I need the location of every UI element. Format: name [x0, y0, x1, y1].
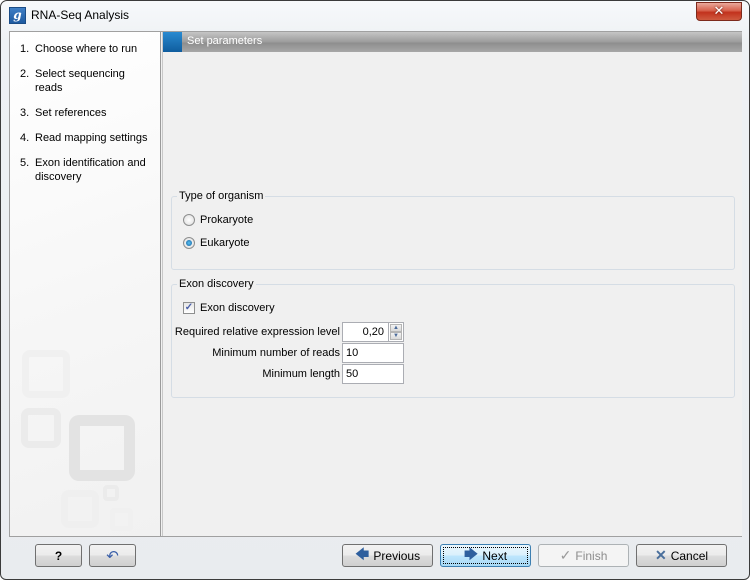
decorative-square: [69, 415, 135, 481]
panel-header: Set parameters: [163, 32, 742, 52]
step-label: Exon identification and discovery: [35, 157, 146, 183]
step-label: Select sequencing reads: [35, 68, 125, 94]
expression-level-spinner[interactable]: 0,20 ▲ ▼: [342, 322, 404, 342]
step-number: 3.: [20, 107, 30, 119]
decorative-square: [103, 485, 119, 501]
finish-button[interactable]: ✓ Finish: [538, 544, 629, 567]
step-label: Set references: [35, 107, 107, 119]
arrow-left-icon: 🡄: [354, 545, 370, 562]
focus-ring: [443, 547, 528, 564]
exon-discovery-checkbox[interactable]: ✓ Exon discovery: [183, 302, 275, 314]
button-label: Previous: [373, 548, 421, 563]
prokaryote-radio[interactable]: Prokaryote: [183, 214, 253, 226]
previous-button[interactable]: 🡄 Previous: [342, 544, 433, 567]
expression-level-input[interactable]: 0,20: [342, 322, 388, 342]
radio-checked-icon[interactable]: [183, 237, 195, 249]
app-logo-icon: g: [9, 7, 26, 24]
step-item-4: 4. Read mapping settings: [20, 131, 160, 145]
header-accent: [163, 32, 182, 52]
wizard-frame: 1. Choose where to run 2. Select sequencin…: [9, 31, 742, 537]
spin-up-icon[interactable]: ▲: [390, 324, 402, 332]
spinner-buttons: ▲ ▼: [388, 322, 404, 342]
min-reads-input[interactable]: 10: [342, 343, 404, 363]
checkbox-label: Exon discovery: [200, 302, 275, 314]
radio-label: Prokaryote: [200, 214, 254, 226]
step-label: Choose where to run: [35, 43, 138, 55]
group-label: Type of organism: [177, 190, 266, 202]
help-button[interactable]: ?: [35, 544, 82, 567]
group-label: Exon discovery: [177, 278, 256, 290]
close-button[interactable]: ✕: [696, 2, 742, 21]
step-item-5: 5. Exon identification and discovery: [20, 156, 160, 184]
button-label: Finish: [575, 548, 608, 563]
field-label: Minimum length: [262, 368, 340, 380]
step-item-1: 1. Choose where to run: [20, 42, 160, 56]
min-length-input[interactable]: 50: [342, 364, 404, 384]
panel-title: Set parameters: [187, 35, 263, 47]
field-label: Required relative expression level: [174, 326, 340, 338]
step-item-2: 2. Select sequencing reads: [20, 67, 160, 95]
step-number: 2.: [20, 68, 30, 80]
steps-list: 1. Choose where to run 2. Select sequencin…: [20, 42, 160, 195]
step-item-3: 3. Set references: [20, 106, 160, 120]
organism-type-group: Type of organism Prokaryote Eukaryote: [171, 190, 735, 270]
cancel-button[interactable]: ✕ Cancel: [636, 544, 727, 567]
step-number: 5.: [20, 157, 30, 169]
min-reads-row: Minimum number of reads 10: [172, 343, 404, 363]
next-button[interactable]: 🡆 Next: [440, 544, 531, 567]
decorative-square: [110, 508, 133, 531]
decorative-square: [61, 490, 99, 528]
button-label: Cancel: [670, 548, 709, 563]
checkmark-icon: ✓: [559, 547, 572, 563]
step-number: 4.: [20, 132, 30, 144]
radio-unchecked-icon[interactable]: [183, 214, 195, 226]
decorative-square: [22, 350, 70, 398]
exon-discovery-group: Exon discovery ✓ Exon discovery Required…: [171, 278, 735, 398]
expression-level-row: Required relative expression level 0,20 …: [172, 322, 404, 342]
wizard-steps-sidebar: 1. Choose where to run 2. Select sequencin…: [10, 32, 161, 536]
spin-down-icon[interactable]: ▼: [390, 332, 402, 340]
undo-arrow-icon: ↶: [106, 547, 119, 565]
min-length-row: Minimum length 50: [172, 364, 404, 384]
cancel-x-icon: ✕: [654, 547, 667, 563]
step-label: Read mapping settings: [35, 132, 148, 144]
wizard-window: g RNA-Seq Analysis ✕ 1. Choose where to r…: [0, 0, 750, 580]
close-icon: ✕: [713, 4, 725, 19]
reset-button[interactable]: ↶: [89, 544, 136, 567]
radio-label: Eukaryote: [200, 237, 250, 249]
step-number: 1.: [20, 43, 30, 55]
decorative-square: [21, 408, 61, 448]
eukaryote-radio[interactable]: Eukaryote: [183, 237, 250, 249]
checkmark-icon[interactable]: ✓: [183, 302, 195, 314]
field-label: Minimum number of reads: [212, 347, 340, 359]
help-icon: ?: [54, 548, 63, 563]
title-bar[interactable]: g RNA-Seq Analysis ✕: [1, 1, 749, 31]
window-title: RNA-Seq Analysis: [31, 8, 130, 22]
parameters-panel: Set parameters Type of organism Prokaryo…: [162, 32, 742, 536]
